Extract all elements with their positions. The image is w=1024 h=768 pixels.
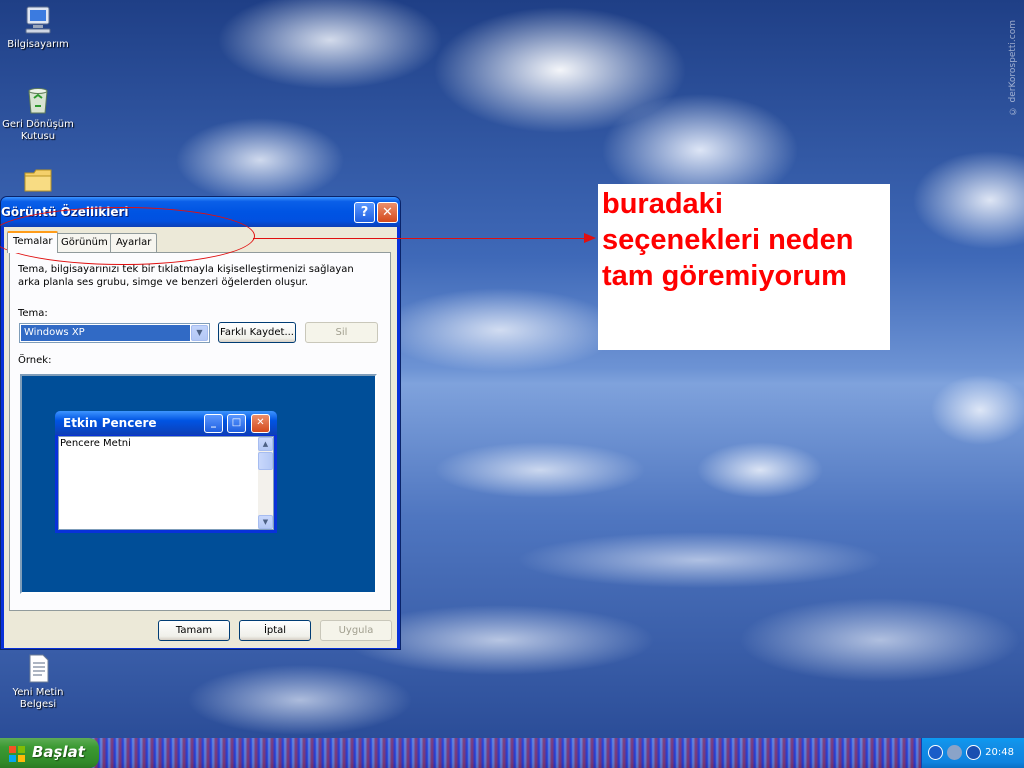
annotation-line: seçenekleri neden [602, 224, 854, 256]
scroll-thumb [258, 452, 273, 470]
clock[interactable]: 20:48 [985, 747, 1014, 758]
tab-themes[interactable]: Temalar [7, 231, 59, 253]
apply-button[interactable]: Uygula [320, 620, 392, 641]
download-icon[interactable] [966, 745, 981, 760]
desktop-icon-recycle-bin[interactable]: Geri Dönüşüm Kutusu [2, 84, 74, 143]
desktop-icon-label: Geri Dönüşüm Kutusu [2, 119, 74, 142]
start-label: Başlat [32, 743, 85, 761]
desktop-icon-my-computer[interactable]: Bilgisayarım [2, 4, 74, 51]
display-properties-window: Görüntü Özellikleri ? ✕ Temalar Görünüm … [0, 196, 401, 650]
preview-window-body: Pencere Metni ▲ ▼ [58, 436, 274, 530]
help-button[interactable]: ? [354, 202, 375, 223]
desktop-icon-new-text-document[interactable]: Yeni Metin Belgesi [2, 652, 74, 711]
folder-icon [22, 164, 54, 196]
theme-dropdown[interactable]: Windows XP ▼ [19, 323, 210, 343]
theme-dropdown-value: Windows XP [21, 325, 190, 341]
preview-window-text: Pencere Metni [60, 438, 131, 449]
text-document-icon [22, 652, 54, 684]
desktop-icon-folder[interactable] [2, 164, 74, 199]
preview-titlebar: Etkin Pencere _ □ ✕ [55, 411, 277, 435]
theme-label: Tema: [18, 308, 48, 319]
desktop-icon-label: Bilgisayarım [7, 39, 69, 50]
annotation-note: buradaki seçenekleri neden tam göremiyor… [598, 184, 890, 350]
cancel-button[interactable]: İptal [239, 620, 311, 641]
recycle-bin-icon [22, 84, 54, 116]
windows-logo-icon [8, 744, 26, 762]
annotation-arrow-head [584, 233, 596, 243]
scroll-down-icon: ▼ [258, 515, 273, 529]
preview-active-window: Etkin Pencere _ □ ✕ Pencere Metni ▲ ▼ [55, 411, 277, 533]
ok-button[interactable]: Tamam [158, 620, 230, 641]
system-tray: 20:48 [921, 738, 1024, 768]
close-button[interactable]: ✕ [377, 202, 398, 223]
annotation-line: buradaki [602, 188, 723, 220]
save-as-button[interactable]: Farklı Kaydet... [218, 322, 296, 343]
preview-window-title: Etkin Pencere [63, 416, 157, 430]
window-client-area: Temalar Görünüm Ayarlar Tema, bilgisayar… [4, 227, 397, 648]
show-hidden-icons-icon[interactable] [928, 745, 943, 760]
preview-label: Örnek: [18, 355, 52, 366]
user-icon[interactable] [947, 745, 962, 760]
taskbar: Başlat 20:48 [0, 738, 1024, 768]
maximize-icon: □ [227, 414, 246, 433]
annotation-arrow-line [253, 238, 591, 239]
desktop-icon-label: Yeni Metin Belgesi [12, 687, 64, 710]
delete-button[interactable]: Sil [305, 322, 378, 343]
start-button[interactable]: Başlat [0, 738, 99, 768]
preview-scrollbar: ▲ ▼ [258, 437, 273, 529]
wallpaper-watermark: © derKorospetti.com [1008, 20, 1018, 116]
minimize-icon: _ [204, 414, 223, 433]
computer-icon [22, 4, 54, 36]
themes-tab-panel: Tema, bilgisayarınızı tek bir tıklatmayl… [9, 252, 391, 611]
themes-description: Tema, bilgisayarınızı tek bir tıklatmayl… [18, 264, 354, 288]
scroll-up-icon: ▲ [258, 437, 273, 451]
chevron-down-icon[interactable]: ▼ [191, 325, 208, 341]
annotation-line: tam göremiyorum [602, 260, 847, 292]
close-icon: ✕ [251, 414, 270, 433]
theme-preview: Etkin Pencere _ □ ✕ Pencere Metni ▲ ▼ [20, 374, 377, 594]
